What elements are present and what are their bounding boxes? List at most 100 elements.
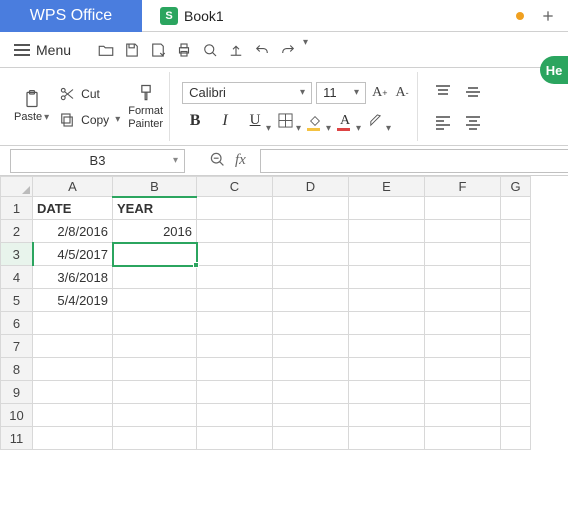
- cell[interactable]: [425, 289, 501, 312]
- cell[interactable]: [273, 266, 349, 289]
- cell[interactable]: [349, 404, 425, 427]
- cell[interactable]: [349, 381, 425, 404]
- cell[interactable]: [197, 358, 273, 381]
- paste-button[interactable]: Paste▾: [14, 89, 49, 123]
- cell[interactable]: [349, 289, 425, 312]
- cell[interactable]: [425, 335, 501, 358]
- save-icon[interactable]: [119, 37, 145, 63]
- redo-icon[interactable]: [275, 37, 301, 63]
- underline-button[interactable]: U▾: [242, 110, 268, 132]
- row-header[interactable]: 1: [1, 197, 33, 220]
- cell[interactable]: [113, 404, 197, 427]
- col-header[interactable]: F: [425, 177, 501, 197]
- name-box[interactable]: B3 ▾: [10, 149, 185, 173]
- cut-button[interactable]: Cut: [53, 83, 124, 105]
- font-color-button[interactable]: A▾: [332, 110, 358, 132]
- row-header[interactable]: 10: [1, 404, 33, 427]
- formula-input[interactable]: [260, 149, 568, 173]
- col-header[interactable]: A: [33, 177, 113, 197]
- cell[interactable]: [273, 427, 349, 450]
- borders-button[interactable]: ▾: [272, 110, 298, 132]
- col-header[interactable]: B: [113, 177, 197, 197]
- row-header[interactable]: 6: [1, 312, 33, 335]
- add-tab-button[interactable]: [534, 2, 562, 30]
- align-center-button[interactable]: [460, 111, 486, 133]
- align-middle-button[interactable]: [460, 81, 486, 103]
- cell[interactable]: 3/6/2018: [33, 266, 113, 289]
- row-header[interactable]: 7: [1, 335, 33, 358]
- row-header[interactable]: 8: [1, 358, 33, 381]
- bold-button[interactable]: B: [182, 110, 208, 132]
- cell[interactable]: [273, 197, 349, 220]
- cell[interactable]: [349, 427, 425, 450]
- cell[interactable]: [349, 266, 425, 289]
- cell[interactable]: 5/4/2019: [33, 289, 113, 312]
- cell[interactable]: [501, 381, 531, 404]
- cell[interactable]: [349, 197, 425, 220]
- cell[interactable]: [501, 404, 531, 427]
- cell[interactable]: [273, 220, 349, 243]
- font-size-select[interactable]: 11▾: [316, 82, 366, 104]
- cell[interactable]: [197, 220, 273, 243]
- format-painter-button[interactable]: FormatPainter: [128, 83, 163, 129]
- font-name-select[interactable]: Calibri▾: [182, 82, 312, 104]
- col-header[interactable]: C: [197, 177, 273, 197]
- col-header[interactable]: D: [273, 177, 349, 197]
- select-all-corner[interactable]: [1, 177, 33, 197]
- shrink-font-button[interactable]: A-: [393, 85, 410, 101]
- cell[interactable]: [197, 427, 273, 450]
- cell[interactable]: [425, 197, 501, 220]
- row-header[interactable]: 3: [1, 243, 33, 266]
- align-top-button[interactable]: [430, 81, 456, 103]
- cell[interactable]: [425, 404, 501, 427]
- cell[interactable]: [273, 289, 349, 312]
- cell[interactable]: DATE: [33, 197, 113, 220]
- cell[interactable]: [33, 312, 113, 335]
- cell[interactable]: [501, 312, 531, 335]
- cell[interactable]: [33, 427, 113, 450]
- fx-icon[interactable]: fx: [235, 152, 246, 169]
- italic-button[interactable]: I: [212, 110, 238, 132]
- print-icon[interactable]: [171, 37, 197, 63]
- trace-icon[interactable]: [209, 151, 225, 170]
- undo-icon[interactable]: [249, 37, 275, 63]
- help-button[interactable]: He: [540, 56, 568, 84]
- cell[interactable]: [349, 312, 425, 335]
- cell[interactable]: [33, 335, 113, 358]
- cell[interactable]: [113, 266, 197, 289]
- print-preview-icon[interactable]: [197, 37, 223, 63]
- cell[interactable]: [501, 427, 531, 450]
- cell[interactable]: [501, 220, 531, 243]
- cell[interactable]: [33, 381, 113, 404]
- cell[interactable]: [197, 404, 273, 427]
- cell[interactable]: [197, 335, 273, 358]
- cell[interactable]: [273, 335, 349, 358]
- cell[interactable]: [349, 220, 425, 243]
- cell[interactable]: [273, 381, 349, 404]
- cell[interactable]: [501, 243, 531, 266]
- cell-selected[interactable]: [113, 243, 197, 266]
- cell[interactable]: [501, 335, 531, 358]
- cell[interactable]: [197, 312, 273, 335]
- cell[interactable]: [501, 266, 531, 289]
- cell[interactable]: [273, 404, 349, 427]
- grow-font-button[interactable]: A+: [370, 85, 389, 101]
- row-header[interactable]: 9: [1, 381, 33, 404]
- cell[interactable]: [113, 427, 197, 450]
- cell[interactable]: [113, 312, 197, 335]
- menu-button[interactable]: Menu: [8, 39, 77, 61]
- cell[interactable]: [197, 289, 273, 312]
- clear-format-button[interactable]: ▾: [362, 110, 388, 132]
- fill-handle[interactable]: [193, 262, 199, 268]
- cell[interactable]: [349, 358, 425, 381]
- save-as-icon[interactable]: [145, 37, 171, 63]
- cell[interactable]: [197, 266, 273, 289]
- cell[interactable]: [425, 220, 501, 243]
- cell[interactable]: 2016: [113, 220, 197, 243]
- cell[interactable]: 2/8/2016: [33, 220, 113, 243]
- cell[interactable]: [425, 358, 501, 381]
- cell[interactable]: [197, 381, 273, 404]
- cell[interactable]: [197, 243, 273, 266]
- cell[interactable]: [349, 335, 425, 358]
- cell[interactable]: [425, 243, 501, 266]
